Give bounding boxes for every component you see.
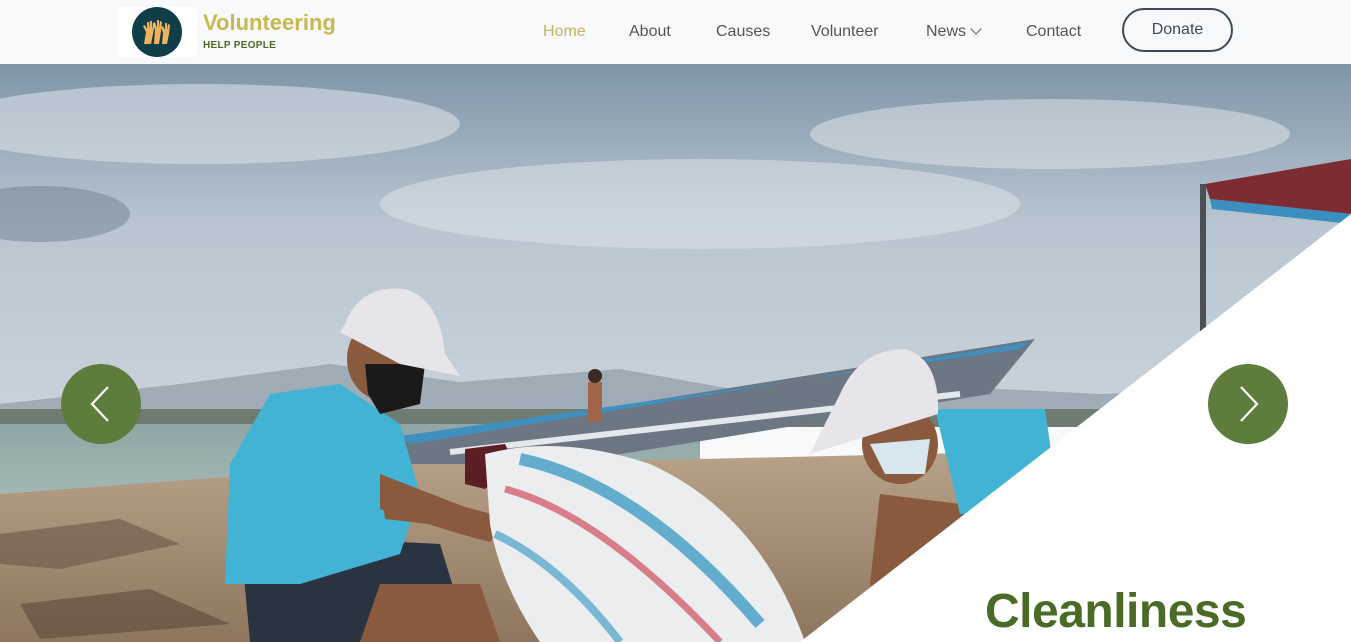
nav-item-volunteer[interactable]: Volunteer <box>811 22 879 42</box>
nav-item-news-label: News <box>926 23 967 40</box>
chevron-left-icon <box>90 386 109 422</box>
carousel-next-button[interactable] <box>1208 364 1288 444</box>
carousel-prev-button[interactable] <box>61 364 141 444</box>
hero-carousel: Cleanliness <box>0 64 1351 642</box>
nav-item-contact[interactable]: Contact <box>1026 22 1081 42</box>
nav-item-about[interactable]: About <box>629 22 671 42</box>
navbar: Volunteering HELP PEOPLE Home About Caus… <box>0 0 1351 64</box>
slide-title: Cleanliness <box>985 585 1247 638</box>
chevron-right-icon <box>1240 386 1259 422</box>
nav-item-home[interactable]: Home <box>543 22 586 42</box>
nav-item-news[interactable]: News <box>926 22 982 42</box>
chevron-down-icon <box>970 23 982 35</box>
donate-button[interactable]: Donate <box>1122 8 1233 52</box>
beach-cleanup-photo <box>0 64 1351 642</box>
nav-item-causes[interactable]: Causes <box>716 22 770 42</box>
